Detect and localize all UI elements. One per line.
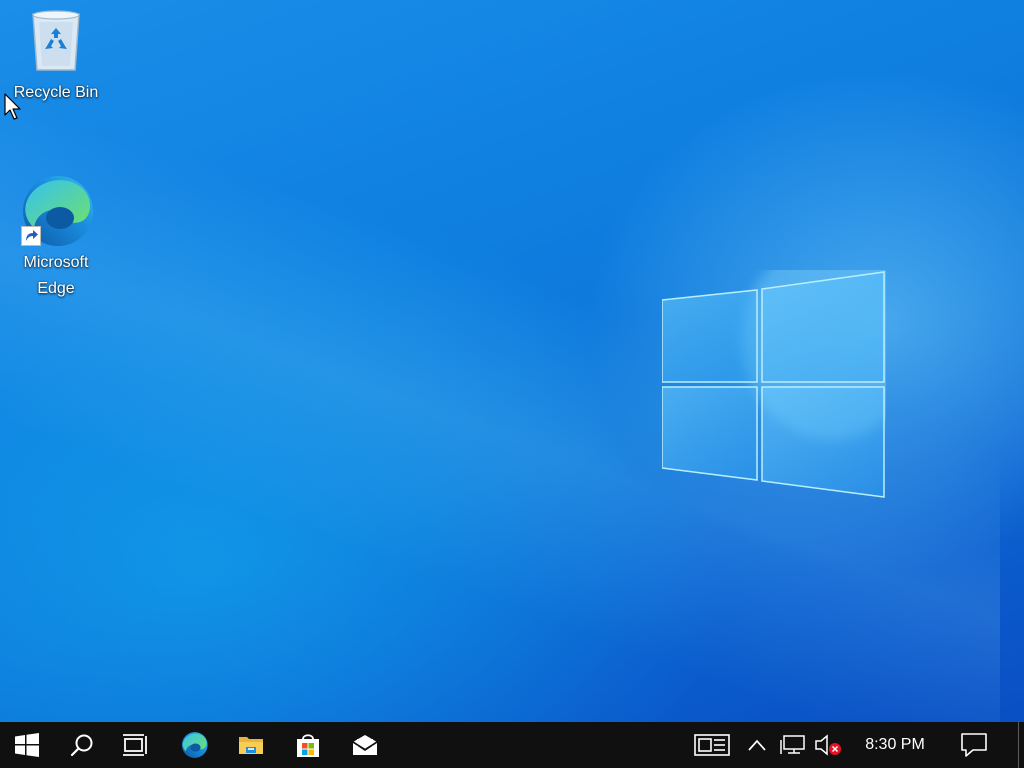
taskbar-microsoft-store-button[interactable] [282, 722, 334, 768]
mouse-pointer-icon [4, 93, 21, 120]
edge-icon [181, 732, 208, 758]
desktop-icon-label: Recycle Bin [13, 84, 99, 101]
task-view-icon [123, 734, 147, 756]
microsoft-store-icon [297, 734, 319, 757]
action-center-icon [961, 733, 987, 757]
taskbar-file-explorer-button[interactable] [225, 722, 277, 768]
search-icon [70, 734, 93, 757]
mail-icon [352, 735, 378, 755]
action-center-button[interactable] [950, 722, 998, 768]
windows-logo-wallpaper [662, 270, 886, 498]
volume-muted-icon [815, 734, 841, 756]
desktop-icon-recycle-bin[interactable]: Recycle Bin [13, 8, 99, 106]
news-and-interests-button[interactable] [690, 722, 734, 768]
start-button[interactable] [1, 722, 53, 768]
show-hidden-icons-button[interactable] [744, 722, 770, 768]
taskbar-mail-button[interactable] [339, 722, 391, 768]
network-icon [780, 735, 805, 754]
network-button[interactable] [777, 722, 809, 768]
desktop-icon-label: Microsoft Edge [23, 254, 89, 297]
chevron-up-icon [748, 739, 766, 751]
desktop[interactable]: Recycle Bin Microsoft Edge [0, 0, 1024, 722]
desktop-icon-microsoft-edge[interactable]: Microsoft Edge [13, 174, 99, 302]
news-and-interests-icon [694, 734, 730, 756]
shortcut-arrow-icon [21, 226, 41, 246]
taskbar-edge-button[interactable] [168, 722, 220, 768]
taskbar-clock[interactable]: 8:30 PM [852, 722, 938, 768]
recycle-bin-icon [32, 10, 80, 71]
file-explorer-icon [239, 737, 263, 754]
windows-start-icon [15, 733, 39, 757]
show-desktop-button[interactable] [1018, 722, 1019, 768]
taskbar: 8:30 PM [0, 722, 1024, 768]
task-view-button[interactable] [109, 722, 161, 768]
volume-button[interactable] [812, 722, 844, 768]
search-button[interactable] [56, 722, 108, 768]
